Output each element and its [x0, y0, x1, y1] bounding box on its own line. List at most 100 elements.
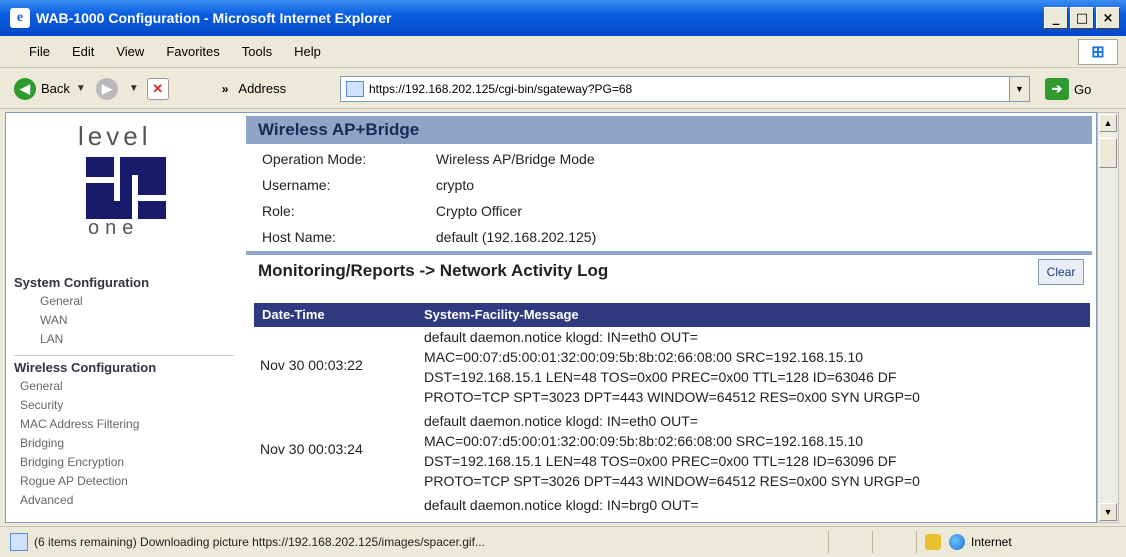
log-message-line: DST=192.168.15.1 LEN=48 TOS=0x00 PREC=0x…	[424, 369, 897, 385]
log-date: Nov 30 00:03:22	[260, 357, 363, 373]
ie-icon: e	[10, 8, 30, 28]
logo-mark	[86, 157, 166, 219]
stop-icon: ✕	[146, 77, 169, 100]
log-table-header: Date-Time System-Facility-Message	[254, 303, 1090, 327]
go-arrow-icon: ➔	[1045, 78, 1069, 100]
log-message-line: MAC=00:07:d5:00:01:32:00:09:5b:8b:02:66:…	[424, 433, 864, 449]
logo-bottom-text: one	[88, 217, 140, 239]
toolbar: ◀ Back ▼ ▶ ▼ ✕ » Address https://192.168…	[0, 69, 1126, 109]
nav-group-system: System Configuration General WAN LAN	[6, 275, 149, 349]
chevron-down-icon[interactable]: ▼	[129, 83, 139, 94]
address-bar[interactable]: https://192.168.202.125/cgi-bin/sgateway…	[340, 76, 1030, 102]
address-url[interactable]: https://192.168.202.125/cgi-bin/sgateway…	[369, 82, 632, 96]
scroll-down-icon[interactable]: ▼	[1099, 503, 1117, 521]
go-label: Go	[1074, 81, 1092, 97]
nav-item-lan[interactable]: LAN	[40, 330, 149, 349]
log-message-line: DST=192.168.15.1 LEN=48 TOS=0x00 PREC=0x…	[424, 453, 897, 469]
security-zone: Internet	[971, 535, 1012, 549]
log-message-line: MAC=00:07:d5:00:01:32:00:09:5b:8b:02:66:…	[424, 349, 864, 365]
nav-item-mac-filtering[interactable]: MAC Address Filtering	[20, 415, 156, 434]
status-cell	[916, 531, 917, 553]
status-bar: (6 items remaining) Downloading picture …	[0, 526, 1126, 557]
address-dropdown-icon[interactable]: ▼	[1009, 77, 1029, 101]
section-header: Wireless AP+Bridge	[246, 116, 1092, 144]
nav-item-bridging-encryption[interactable]: Bridging Encryption	[20, 453, 156, 472]
info-value: Crypto Officer	[435, 203, 522, 219]
toolbar-overflow-chevron[interactable]: »	[222, 82, 229, 96]
menu-tools[interactable]: Tools	[231, 44, 283, 59]
menu-edit[interactable]: Edit	[61, 44, 105, 59]
column-header-message: System-Facility-Message	[424, 307, 579, 322]
info-row-role: Role: Crypto Officer	[262, 203, 522, 219]
status-cell	[828, 531, 868, 553]
window-title: WAB-1000 Configuration - Microsoft Inter…	[36, 10, 392, 26]
back-button[interactable]: ◀ Back ▼	[14, 77, 92, 100]
menu-bar: File Edit View Favorites Tools Help ⊞	[0, 36, 1126, 68]
nav-item-rogue-ap[interactable]: Rogue AP Detection	[20, 472, 156, 491]
nav-item-general[interactable]: General	[40, 292, 149, 311]
nav-item-bridging[interactable]: Bridging	[20, 434, 156, 453]
log-title: Monitoring/Reports -> Network Activity L…	[258, 261, 609, 280]
address-label: Address	[238, 81, 287, 96]
scroll-thumb[interactable]	[1099, 138, 1117, 168]
nav-item-advanced[interactable]: Advanced	[20, 491, 156, 510]
scroll-up-icon[interactable]: ▲	[1099, 114, 1117, 132]
back-arrow-icon: ◀	[14, 77, 36, 100]
log-message: default daemon.notice klogd: IN=brg0 OUT…	[424, 495, 1084, 515]
nav-item-security[interactable]: Security	[20, 396, 156, 415]
menu-file[interactable]: File	[18, 44, 61, 59]
stop-button[interactable]: ✕	[146, 77, 174, 100]
sidebar: level one System Configuration General W…	[6, 113, 242, 522]
log-date: Nov 30 00:03:24	[260, 441, 363, 457]
table-row: default daemon.notice klogd: IN=brg0 OUT…	[254, 495, 1090, 522]
nav-divider	[14, 355, 234, 356]
info-label: Role:	[262, 203, 295, 219]
window-controls: _ □ ×	[1044, 7, 1120, 29]
level-one-logo: level one	[66, 121, 186, 241]
info-row-operation-mode: Operation Mode: Wireless AP/Bridge Mode	[262, 151, 595, 167]
logo-one-icon	[86, 157, 166, 219]
forward-button[interactable]: ▶ ▼	[95, 77, 145, 100]
log-message: default daemon.notice klogd: IN=eth0 OUT…	[424, 327, 1084, 407]
info-label: Host Name:	[262, 229, 336, 245]
chevron-down-icon[interactable]: ▼	[76, 83, 86, 94]
log-message-line: PROTO=TCP SPT=3023 DPT=443 WINDOW=64512 …	[424, 389, 920, 405]
page-loading-icon	[10, 533, 28, 551]
forward-arrow-icon: ▶	[95, 77, 118, 100]
close-button[interactable]: ×	[1096, 7, 1120, 29]
log-message: default daemon.notice klogd: IN=eth0 OUT…	[424, 411, 1084, 491]
info-row-username: Username: crypto	[262, 177, 474, 193]
info-row-host-name: Host Name: default (192.168.202.125)	[262, 229, 596, 245]
table-row: Nov 30 00:03:22 default daemon.notice kl…	[254, 327, 1090, 411]
menu-help[interactable]: Help	[283, 44, 332, 59]
menu-favorites[interactable]: Favorites	[155, 44, 230, 59]
log-message-line: default daemon.notice klogd: IN=eth0 OUT…	[424, 329, 698, 345]
vertical-scrollbar[interactable]: ▲ ▼	[1097, 112, 1119, 523]
menu-view[interactable]: View	[105, 44, 155, 59]
page-content: level one System Configuration General W…	[5, 112, 1097, 523]
logo-top-text: level	[78, 121, 152, 151]
nav-group-title: System Configuration	[14, 275, 150, 290]
title-bar: e WAB-1000 Configuration - Microsoft Int…	[0, 0, 1126, 36]
minimize-button[interactable]: _	[1044, 7, 1068, 29]
maximize-button[interactable]: □	[1070, 7, 1094, 29]
info-value: default (192.168.202.125)	[435, 229, 597, 245]
nav-group-wireless: Wireless Configuration General Security …	[6, 360, 156, 510]
log-message-line: PROTO=TCP SPT=3026 DPT=443 WINDOW=64512 …	[424, 473, 920, 489]
log-header: Monitoring/Reports -> Network Activity L…	[246, 251, 1092, 287]
table-row: Nov 30 00:03:24 default daemon.notice kl…	[254, 411, 1090, 495]
clear-button[interactable]: Clear	[1038, 259, 1084, 285]
go-button[interactable]: ➔ Go	[1045, 78, 1091, 100]
column-header-date: Date-Time	[262, 307, 325, 322]
info-label: Username:	[262, 177, 331, 193]
lock-icon[interactable]	[925, 534, 941, 550]
info-label: Operation Mode:	[262, 151, 367, 167]
info-value: crypto	[435, 177, 475, 193]
nav-item-wan[interactable]: WAN	[40, 311, 149, 330]
nav-group-title: Wireless Configuration	[14, 360, 157, 375]
windows-logo-icon: ⊞	[1078, 39, 1118, 65]
status-cell	[872, 531, 912, 553]
globe-icon	[949, 534, 965, 550]
nav-item-general[interactable]: General	[20, 377, 156, 396]
info-value: Wireless AP/Bridge Mode	[435, 151, 595, 167]
